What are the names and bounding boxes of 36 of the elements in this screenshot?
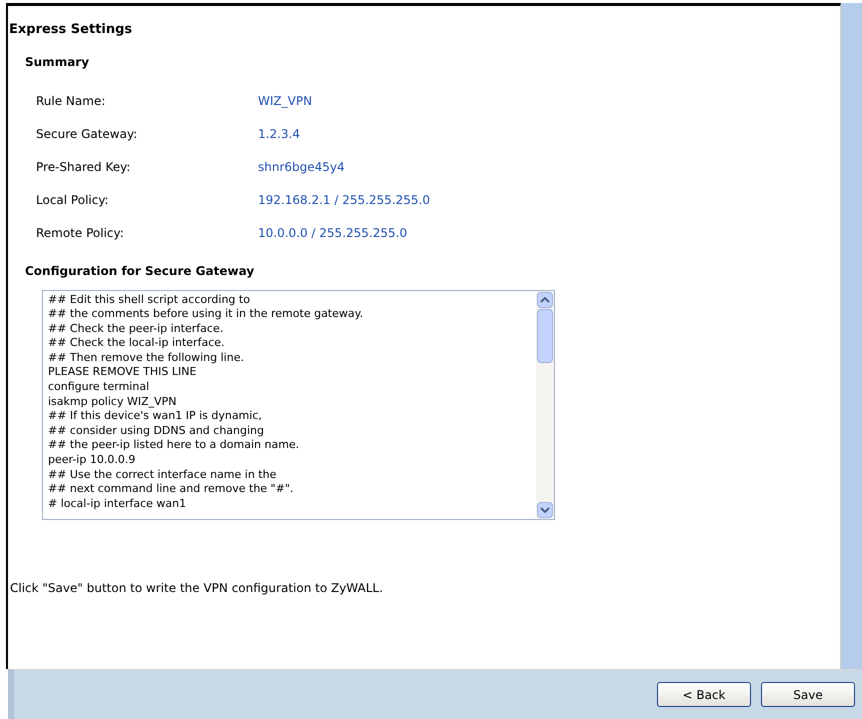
field-value: WIZ_VPN — [258, 93, 312, 110]
script-line: ## Check the local-ip interface. — [48, 336, 225, 351]
section-heading: Configuration for Secure Gateway — [25, 262, 256, 280]
script-line: ## the peer-ip listed here to a domain name. — [48, 438, 300, 454]
script-line: isakmp policy WIZ_VPN — [48, 394, 177, 410]
script-line: ## next command line and remove the "#". — [48, 482, 294, 497]
instruction-text: Click "Save" button to write the VPN configuration to ZyWALL. — [10, 580, 384, 596]
script-line: configure terminal — [48, 380, 150, 395]
field-label: Remote Policy: — [36, 225, 125, 242]
field-value: 10.0.0.0 / 255.255.255.0 — [258, 225, 408, 242]
field-label: Local Policy: — [36, 192, 110, 209]
field-value: 1.2.3.4 — [258, 126, 300, 143]
script-text-area[interactable] — [42, 290, 555, 520]
page-title: Express Settings — [9, 21, 134, 39]
script-line: ## consider using DDNS and changing — [48, 424, 264, 438]
script-line: PLEASE REMOVE THIS LINE — [48, 365, 196, 380]
field-label: Secure Gateway: — [36, 126, 138, 143]
field-value: shnr6bge45y4 — [258, 159, 345, 176]
wizard-button[interactable]: < Back — [657, 682, 751, 707]
field-label: Pre-Shared Key: — [36, 159, 132, 176]
field-label: Rule Name: — [36, 93, 106, 110]
script-line: peer-ip 10.0.0.9 — [48, 453, 136, 468]
script-line: ## Use the correct interface name in the — [48, 468, 276, 482]
scrollbar[interactable] — [536, 290, 554, 518]
script-line: # local-ip interface wan1 — [48, 496, 186, 512]
scroll-thumb[interactable] — [537, 308, 553, 362]
scroll-down-icon[interactable] — [537, 502, 553, 518]
script-line: ## the comments before using it in the remote gateway. — [48, 307, 364, 322]
script-line: ## Check the peer-ip interface. — [48, 322, 224, 336]
script-line: ## Edit this shell script according to — [48, 292, 250, 308]
field-value: 192.168.2.1 / 255.255.255.0 — [258, 192, 430, 209]
section-heading: Summary — [25, 54, 90, 70]
wizard-button[interactable]: Save — [761, 682, 855, 707]
script-line: ## Then remove the following line. — [48, 350, 244, 366]
scroll-up-icon[interactable] — [537, 292, 553, 308]
script-line: ## If this device's wan1 IP is dynamic, — [48, 409, 262, 424]
